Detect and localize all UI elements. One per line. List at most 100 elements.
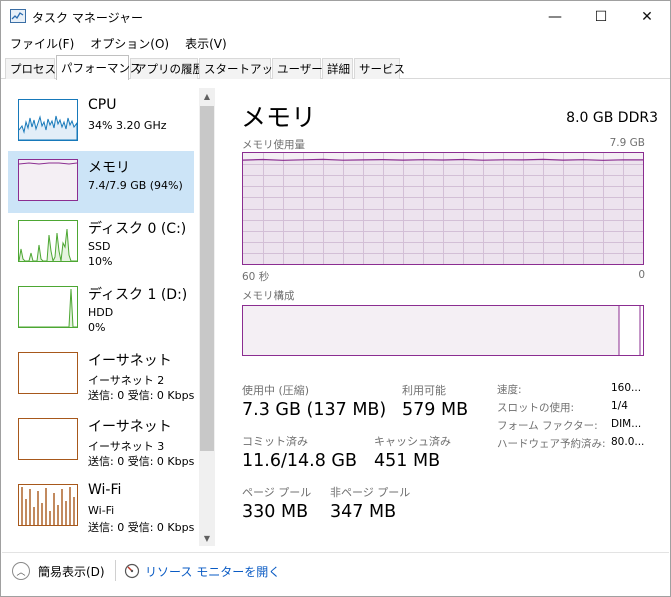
detail-subtitle: 8.0 GB DDR3 bbox=[566, 110, 658, 126]
maximize-icon: ☐ bbox=[594, 8, 608, 25]
resource-adapter: イーサネット 3 bbox=[88, 440, 165, 453]
title-bar[interactable]: タスク マネージャー — ☐ ✕ bbox=[1, 1, 670, 32]
hardware-reserved-label: ハードウェア予約済み: bbox=[497, 438, 606, 450]
resource-type: HDD bbox=[88, 306, 114, 319]
window-title: タスク マネージャー bbox=[32, 11, 143, 25]
resource-name: ディスク 1 (D:) bbox=[88, 287, 188, 303]
resource-name: メモリ bbox=[88, 160, 130, 176]
usage-area bbox=[243, 159, 643, 264]
resource-memory[interactable]: メモリ 7.4/7.9 GB (94%) bbox=[8, 151, 194, 213]
task-manager-icon bbox=[10, 9, 26, 23]
tab-processes[interactable]: プロセス bbox=[5, 58, 56, 79]
committed-label: コミット済み bbox=[242, 435, 308, 448]
resource-adapter: Wi-Fi bbox=[88, 504, 115, 517]
chevron-up-icon: ︿ bbox=[12, 562, 30, 580]
slots-used-value: 1/4 bbox=[611, 400, 628, 412]
resource-name: Wi-Fi bbox=[88, 482, 122, 498]
usage-line bbox=[242, 158, 644, 161]
in-use-value: 7.3 GB (137 MB) bbox=[242, 400, 387, 420]
resource-name: イーサネット bbox=[88, 419, 172, 435]
tab-performance[interactable]: パフォーマンス bbox=[56, 55, 141, 80]
resource-detail: 7.4/7.9 GB (94%) bbox=[88, 179, 183, 192]
form-factor-label: フォーム ファクター: bbox=[497, 420, 598, 432]
task-manager-window: タスク マネージャー — ☐ ✕ ファイル(F) オプション(O) 表示(V) … bbox=[0, 0, 671, 597]
memory-usage-graph bbox=[242, 152, 644, 265]
paged-pool-label: ページ プール bbox=[242, 486, 312, 499]
resource-name: ディスク 0 (C:) bbox=[88, 221, 187, 237]
maximize-button[interactable]: ☐ bbox=[578, 1, 624, 32]
resource-monitor-icon bbox=[124, 563, 140, 579]
graph-time-right: 0 bbox=[638, 269, 645, 281]
resource-type: SSD bbox=[88, 240, 111, 253]
speed-value: 160... bbox=[611, 382, 642, 394]
memory-thumbnail-graph bbox=[18, 159, 78, 201]
resource-monitor-label: リソース モニターを開く bbox=[145, 564, 281, 579]
composition-in-use bbox=[243, 306, 619, 355]
resource-adapter: イーサネット 2 bbox=[88, 374, 165, 387]
minimize-button[interactable]: — bbox=[532, 1, 578, 32]
minimize-icon: — bbox=[548, 8, 562, 25]
composition-graph-label: メモリ構成 bbox=[242, 290, 295, 302]
resource-detail: 0% bbox=[88, 321, 106, 334]
menu-view[interactable]: 表示(V) bbox=[176, 32, 234, 54]
resource-detail: 10% bbox=[88, 255, 113, 268]
nonpaged-pool-value: 347 MB bbox=[330, 502, 397, 522]
graph-time-left: 60 秒 bbox=[242, 271, 270, 283]
memory-usage-graph-svg bbox=[242, 153, 644, 264]
available-label: 利用可能 bbox=[402, 384, 446, 397]
resource-name: イーサネット bbox=[88, 353, 172, 369]
ethernet2-thumbnail-graph bbox=[18, 352, 78, 394]
performance-content: CPU 34% 3.20 GHz メモリ 7.4/7.9 GB (94%) ディ… bbox=[2, 80, 669, 552]
memory-composition-svg bbox=[243, 306, 641, 355]
cpu-thumbnail-graph bbox=[18, 99, 78, 141]
menu-file[interactable]: ファイル(F) bbox=[1, 32, 81, 54]
usage-graph-max: 7.9 GB bbox=[609, 137, 645, 149]
fewer-details-button[interactable]: ︿ 簡易表示(D) bbox=[12, 561, 105, 581]
menu-bar: ファイル(F) オプション(O) 表示(V) bbox=[1, 32, 670, 54]
form-factor-value: DIM... bbox=[611, 418, 642, 430]
paged-pool-value: 330 MB bbox=[242, 502, 309, 522]
wifi-thumbnail-graph bbox=[18, 484, 78, 526]
resource-list: CPU 34% 3.20 GHz メモリ 7.4/7.9 GB (94%) ディ… bbox=[2, 80, 216, 552]
ethernet3-thumbnail-graph bbox=[18, 418, 78, 460]
resource-detail: 34% 3.20 GHz bbox=[88, 119, 167, 132]
menu-options[interactable]: オプション(O) bbox=[81, 32, 176, 54]
resource-disk-0[interactable]: ディスク 0 (C:) SSD 10% bbox=[8, 212, 194, 274]
resource-detail: 送信: 0 受信: 0 Kbps bbox=[88, 455, 195, 468]
memory-composition-bar bbox=[242, 305, 644, 356]
resource-disk-1[interactable]: ディスク 1 (D:) HDD 0% bbox=[8, 278, 194, 340]
resource-detail: 送信: 0 受信: 0 Kbps bbox=[88, 521, 195, 534]
hardware-reserved-value: 80.0... bbox=[611, 436, 645, 448]
fewer-details-label: 簡易表示(D) bbox=[38, 564, 105, 579]
memory-detail-pane: メモリ 8.0 GB DDR3 メモリ使用量 7.9 GB 60 秒 0 メモリ… bbox=[216, 80, 669, 552]
resource-ethernet-3[interactable]: イーサネット イーサネット 3 送信: 0 受信: 0 Kbps bbox=[8, 410, 194, 472]
scroll-thumb[interactable] bbox=[200, 106, 214, 451]
available-value: 579 MB bbox=[402, 400, 469, 420]
open-resource-monitor-link[interactable]: リソース モニターを開く bbox=[124, 561, 280, 581]
cached-value: 451 MB bbox=[374, 451, 441, 471]
slots-used-label: スロットの使用: bbox=[497, 402, 575, 414]
tab-users[interactable]: ユーザー bbox=[272, 58, 323, 79]
resource-list-scrollbar[interactable]: ▲ ▼ bbox=[199, 88, 215, 546]
resource-wifi[interactable]: Wi-Fi Wi-Fi 送信: 0 受信: 0 Kbps bbox=[8, 476, 194, 538]
tab-services[interactable]: サービス bbox=[354, 58, 405, 79]
cached-label: キャッシュ済み bbox=[374, 435, 451, 448]
tab-startup[interactable]: スタートアップ bbox=[199, 58, 285, 79]
close-icon: ✕ bbox=[641, 8, 653, 25]
tab-details[interactable]: 詳細 bbox=[322, 58, 353, 79]
tab-strip: プロセス パフォーマンス アプリの履歴 スタートアップ ユーザー 詳細 サービス bbox=[1, 55, 670, 80]
resource-detail: 送信: 0 受信: 0 Kbps bbox=[88, 389, 195, 402]
in-use-label: 使用中 (圧縮) bbox=[242, 384, 310, 397]
disk1-thumbnail-graph bbox=[18, 286, 78, 328]
detail-title: メモリ bbox=[241, 103, 317, 132]
footer-divider bbox=[115, 560, 116, 581]
close-button[interactable]: ✕ bbox=[624, 1, 670, 32]
disk0-thumbnail-graph bbox=[18, 220, 78, 262]
scroll-up-arrow-icon[interactable]: ▲ bbox=[199, 88, 215, 104]
resource-cpu[interactable]: CPU 34% 3.20 GHz bbox=[8, 91, 194, 153]
footer-bar: ︿ 簡易表示(D) リソース モニターを開く bbox=[2, 552, 669, 596]
scroll-down-arrow-icon[interactable]: ▼ bbox=[199, 530, 215, 546]
resource-ethernet-2[interactable]: イーサネット イーサネット 2 送信: 0 受信: 0 Kbps bbox=[8, 344, 194, 406]
speed-label: 速度: bbox=[497, 384, 522, 396]
usage-graph-label: メモリ使用量 bbox=[242, 139, 305, 151]
